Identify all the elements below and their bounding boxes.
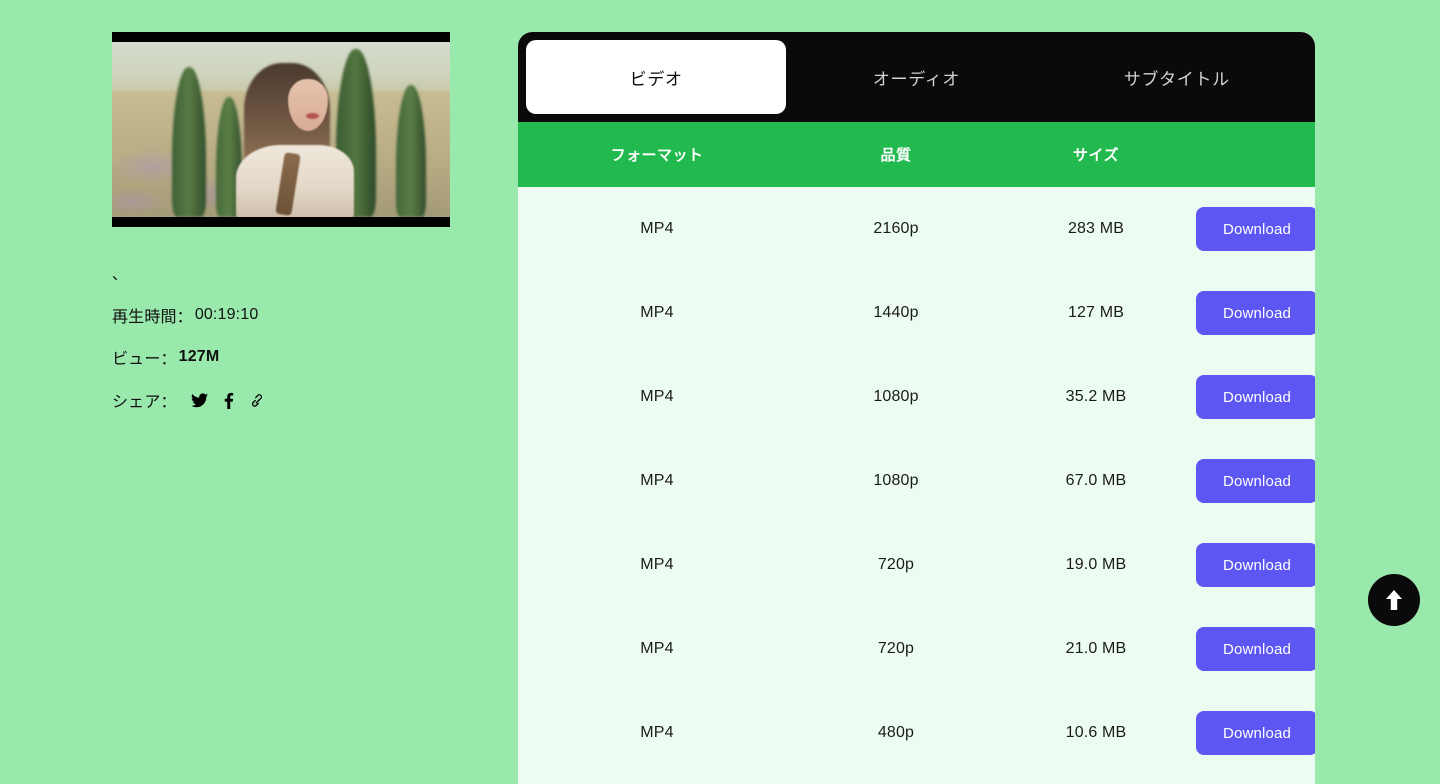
thumbnail-image xyxy=(112,42,450,217)
share-label: シェア： xyxy=(112,394,177,411)
cell-format: MP4 xyxy=(640,724,674,741)
cell-action: Download xyxy=(1196,375,1315,419)
table-row: MP4 720p 19.0 MB Download xyxy=(518,523,1315,607)
arrow-up-icon xyxy=(1385,590,1403,610)
views-row: ビュー： 127M xyxy=(112,345,518,369)
video-info-panel: 、 再生時間： 00:19:10 ビュー： 127M シェア： xyxy=(0,0,518,784)
duration-value: 00:19:10 xyxy=(194,306,259,323)
cell-action: Download xyxy=(1196,627,1315,671)
cell-size: 10.6 MB xyxy=(1065,724,1127,741)
tab-subtitle-label: サブタイトル xyxy=(1123,69,1230,89)
views-value: 127M xyxy=(178,348,220,365)
cell-quality: 480p xyxy=(877,724,915,741)
cell-format: MP4 xyxy=(640,472,674,489)
twitter-icon[interactable] xyxy=(190,392,208,408)
cell-size: 127 MB xyxy=(1067,304,1125,321)
scroll-to-top-button[interactable] xyxy=(1368,574,1420,626)
video-title: 、 xyxy=(112,263,518,285)
download-button[interactable]: Download xyxy=(1196,711,1315,755)
cell-action: Download xyxy=(1196,291,1315,335)
views-label: ビュー： xyxy=(112,351,177,368)
cell-quality: 1080p xyxy=(873,388,919,405)
tab-audio[interactable]: オーディオ xyxy=(786,40,1046,114)
duration-label: 再生時間： xyxy=(112,309,193,326)
cell-size: 21.0 MB xyxy=(1065,640,1127,657)
cell-size: 283 MB xyxy=(1067,220,1125,237)
link-icon[interactable] xyxy=(250,393,265,408)
tab-subtitle[interactable]: サブタイトル xyxy=(1047,40,1307,114)
download-button[interactable]: Download xyxy=(1196,291,1315,335)
table-row: MP4 480p 10.6 MB Download xyxy=(518,691,1315,775)
table-row: MP4 1080p 67.0 MB Download xyxy=(518,439,1315,523)
download-button[interactable]: Download xyxy=(1196,543,1315,587)
column-header-size: サイズ xyxy=(1073,147,1119,164)
column-header-format: フォーマット xyxy=(610,147,704,164)
download-button[interactable]: Download xyxy=(1196,207,1315,251)
cell-size: 19.0 MB xyxy=(1065,556,1127,573)
column-header-quality: 品質 xyxy=(880,147,912,164)
download-button[interactable]: Download xyxy=(1196,627,1315,671)
format-tabbar: ビデオ オーディオ サブタイトル xyxy=(518,32,1315,122)
tab-audio-label: オーディオ xyxy=(872,69,961,89)
cell-format: MP4 xyxy=(640,220,674,237)
tab-video[interactable]: ビデオ xyxy=(526,40,787,114)
cell-quality: 720p xyxy=(877,556,915,573)
download-button[interactable]: Download xyxy=(1196,375,1315,419)
download-button[interactable]: Download xyxy=(1196,459,1315,503)
cell-action: Download xyxy=(1196,459,1315,503)
cell-size: 67.0 MB xyxy=(1065,472,1127,489)
thumbnail-subject xyxy=(236,57,356,217)
table-row: MP4 1440p 127 MB Download xyxy=(518,271,1315,355)
duration-row: 再生時間： 00:19:10 xyxy=(112,303,518,327)
cell-quality: 1080p xyxy=(873,472,919,489)
cell-quality: 720p xyxy=(877,640,915,657)
cell-action: Download xyxy=(1196,711,1315,755)
cell-size: 35.2 MB xyxy=(1065,388,1127,405)
table-header-row: フォーマット 品質 サイズ xyxy=(518,122,1315,187)
table-row: MP4 2160p 283 MB Download xyxy=(518,187,1315,271)
cell-action: Download xyxy=(1196,543,1315,587)
cell-format: MP4 xyxy=(640,556,674,573)
table-row: MP4 1080p 35.2 MB Download xyxy=(518,355,1315,439)
cell-format: MP4 xyxy=(640,304,674,321)
cell-format: MP4 xyxy=(640,388,674,405)
share-row: シェア： xyxy=(112,388,518,412)
cell-action: Download xyxy=(1196,207,1315,251)
cell-quality: 2160p xyxy=(873,220,919,237)
share-icon-group xyxy=(190,392,265,409)
downloads-table: フォーマット 品質 サイズ MP4 2160p 283 MB Download … xyxy=(518,122,1315,775)
cell-quality: 1440p xyxy=(873,304,919,321)
download-card: ビデオ オーディオ サブタイトル フォーマット 品質 サイズ MP4 2160p… xyxy=(518,32,1315,784)
cell-format: MP4 xyxy=(640,640,674,657)
facebook-icon[interactable] xyxy=(224,392,234,409)
video-thumbnail[interactable] xyxy=(112,32,450,227)
download-panel: ビデオ オーディオ サブタイトル フォーマット 品質 サイズ MP4 2160p… xyxy=(518,0,1440,784)
page-root: 、 再生時間： 00:19:10 ビュー： 127M シェア： ビデオ オーディ… xyxy=(0,0,1440,784)
table-row: MP4 720p 21.0 MB Download xyxy=(518,607,1315,691)
tab-video-label: ビデオ xyxy=(629,69,683,89)
video-title-text: 、 xyxy=(112,266,128,283)
